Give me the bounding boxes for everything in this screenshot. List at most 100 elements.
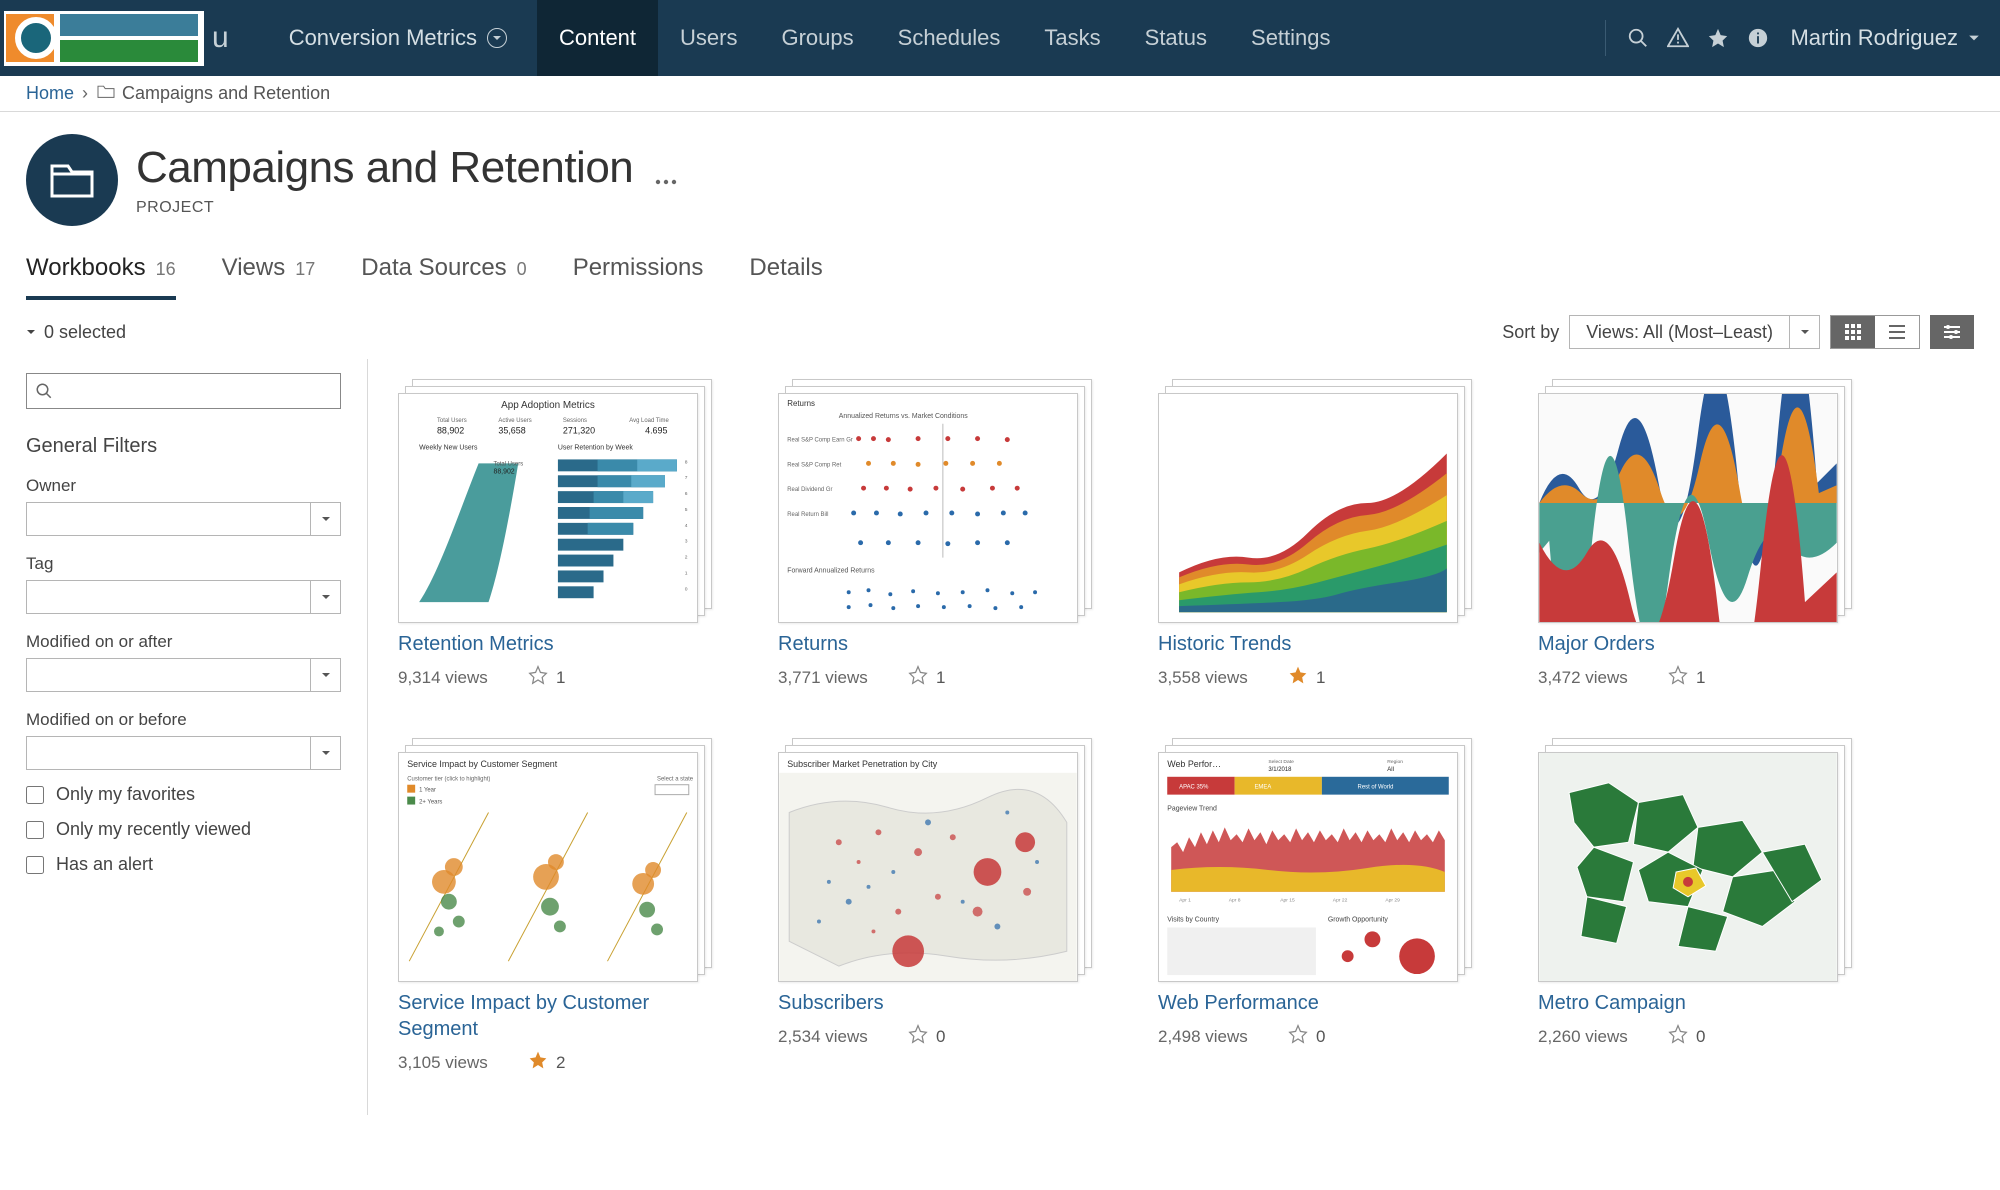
project-folder-icon xyxy=(26,134,118,226)
svg-text:8: 8 xyxy=(685,459,688,465)
nav-tab-status[interactable]: Status xyxy=(1123,0,1229,76)
svg-text:Subscriber Market Penetration: Subscriber Market Penetration by City xyxy=(787,759,938,769)
favorite-count: 1 xyxy=(556,668,565,688)
svg-text:Real S&P Comp Earn Gr: Real S&P Comp Earn Gr xyxy=(787,438,853,444)
svg-text:5: 5 xyxy=(685,507,688,513)
svg-text:EMEA: EMEA xyxy=(1254,785,1271,791)
workbook-title[interactable]: Returns xyxy=(778,631,1098,657)
svg-text:88,902: 88,902 xyxy=(493,468,514,475)
tab-workbooks[interactable]: Workbooks16 xyxy=(26,254,176,300)
workbook-card[interactable]: Metro Campaign 2,260 views 0 xyxy=(1538,738,1858,1075)
tag-label: Tag xyxy=(26,554,341,574)
workbook-card[interactable]: Service Impact by Customer Segment Custo… xyxy=(398,738,718,1075)
view-count: 3,558 views xyxy=(1158,668,1288,688)
star-icon[interactable] xyxy=(908,665,928,690)
svg-text:User Retention by Week: User Retention by Week xyxy=(558,445,633,452)
content-tabs: Workbooks16 Views17 Data Sources0 Permis… xyxy=(0,226,2000,301)
svg-text:4: 4 xyxy=(685,523,688,529)
workbook-card[interactable]: Historic Trends 3,558 views 1 xyxy=(1158,379,1478,690)
svg-text:Sessions: Sessions xyxy=(563,418,587,424)
favorite-count: 0 xyxy=(1696,1027,1705,1047)
nav-tab-content[interactable]: Content xyxy=(537,0,658,76)
svg-text:APAC 35%: APAC 35% xyxy=(1179,785,1209,791)
filter-search-input[interactable] xyxy=(59,382,332,400)
tab-permissions[interactable]: Permissions xyxy=(573,254,704,300)
main: General Filters Owner Tag Modified on or… xyxy=(0,359,2000,1115)
filter-panel-button[interactable] xyxy=(1930,315,1974,349)
owner-select[interactable] xyxy=(26,502,341,536)
top-nav: u Conversion Metrics Content Users Group… xyxy=(0,0,2000,76)
thumbnail: Returns Annualized Returns vs. Market Co… xyxy=(779,394,1077,622)
grid-view-button[interactable] xyxy=(1831,316,1875,348)
svg-text:Web Perfor…: Web Perfor… xyxy=(1167,759,1221,769)
star-icon[interactable] xyxy=(908,1024,928,1049)
site-selector[interactable]: Conversion Metrics xyxy=(289,25,507,51)
modified-before-select[interactable] xyxy=(26,736,341,770)
thumbnail: Web Perfor… Select Date3/1/2018 RegionAl… xyxy=(1159,753,1457,981)
workbook-title[interactable]: Retention Metrics xyxy=(398,631,718,657)
workbook-card[interactable]: Subscriber Market Penetration by City Su… xyxy=(778,738,1098,1075)
tab-details[interactable]: Details xyxy=(749,254,822,300)
workbook-title[interactable]: Subscribers xyxy=(778,990,1098,1016)
nav-tab-schedules[interactable]: Schedules xyxy=(876,0,1023,76)
only-favorites-checkbox[interactable]: Only my favorites xyxy=(26,784,341,805)
workbook-card[interactable]: App Adoption Metrics Total Users88,902 A… xyxy=(398,379,718,690)
workbook-grid: App Adoption Metrics Total Users88,902 A… xyxy=(368,359,2000,1115)
favorite-count: 2 xyxy=(556,1053,565,1073)
workbook-card[interactable]: Major Orders 3,472 views 1 xyxy=(1538,379,1858,690)
svg-text:6: 6 xyxy=(685,491,688,497)
svg-text:3: 3 xyxy=(685,539,688,545)
nav-tab-users[interactable]: Users xyxy=(658,0,759,76)
workbook-title[interactable]: Major Orders xyxy=(1538,631,1858,657)
star-icon[interactable] xyxy=(1668,665,1688,690)
search-icon[interactable] xyxy=(1618,27,1658,49)
workbook-title[interactable]: Service Impact by Customer Segment xyxy=(398,990,718,1042)
svg-text:Avg Load Time: Avg Load Time xyxy=(629,418,669,424)
favorite-count: 1 xyxy=(1696,668,1705,688)
workbook-title[interactable]: Web Performance xyxy=(1158,990,1478,1016)
view-count: 3,472 views xyxy=(1538,668,1668,688)
modified-after-select[interactable] xyxy=(26,658,341,692)
view-count: 3,105 views xyxy=(398,1053,528,1073)
svg-text:Select a state: Select a state xyxy=(657,777,694,783)
sidebar-filters: General Filters Owner Tag Modified on or… xyxy=(0,359,368,1115)
thumbnail xyxy=(1539,394,1837,622)
workbook-card[interactable]: Web Perfor… Select Date3/1/2018 RegionAl… xyxy=(1158,738,1478,1075)
star-icon[interactable] xyxy=(1288,1024,1308,1049)
alert-icon[interactable] xyxy=(1658,27,1698,49)
tab-datasources[interactable]: Data Sources0 xyxy=(361,254,526,300)
more-actions-button[interactable] xyxy=(655,173,677,188)
workbook-card[interactable]: Returns Annualized Returns vs. Market Co… xyxy=(778,379,1098,690)
has-alert-checkbox[interactable]: Has an alert xyxy=(26,854,341,875)
list-view-button[interactable] xyxy=(1875,316,1919,348)
selection-menu[interactable]: 0 selected xyxy=(26,322,126,343)
svg-text:Growth Opportunity: Growth Opportunity xyxy=(1328,917,1389,924)
thumbnail xyxy=(1159,394,1457,622)
workbook-title[interactable]: Historic Trends xyxy=(1158,631,1478,657)
workbook-title[interactable]: Metro Campaign xyxy=(1538,990,1858,1016)
nav-tab-groups[interactable]: Groups xyxy=(759,0,875,76)
filter-search[interactable] xyxy=(26,373,341,409)
star-icon[interactable] xyxy=(528,665,548,690)
star-icon[interactable] xyxy=(1668,1024,1688,1049)
filters-heading: General Filters xyxy=(26,435,341,458)
logo-mark xyxy=(6,14,54,62)
nav-tab-tasks[interactable]: Tasks xyxy=(1022,0,1122,76)
favorites-icon[interactable] xyxy=(1698,27,1738,49)
info-icon[interactable] xyxy=(1738,27,1778,49)
user-menu[interactable]: Martin Rodriguez xyxy=(1790,25,1980,51)
sort-by-label: Sort by xyxy=(1502,322,1559,343)
favorite-count: 0 xyxy=(936,1027,945,1047)
breadcrumb-home[interactable]: Home xyxy=(26,83,74,104)
svg-text:Annualized Returns vs. Market: Annualized Returns vs. Market Conditions xyxy=(839,413,968,420)
sort-select[interactable]: Views: All (Most–Least) xyxy=(1569,315,1820,349)
star-icon[interactable] xyxy=(528,1050,548,1075)
star-icon[interactable] xyxy=(1288,665,1308,690)
svg-text:Apr 8: Apr 8 xyxy=(1229,898,1241,904)
only-recently-viewed-checkbox[interactable]: Only my recently viewed xyxy=(26,819,341,840)
tab-views[interactable]: Views17 xyxy=(222,254,316,300)
nav-right: Martin Rodriguez xyxy=(1593,0,2000,76)
svg-text:7: 7 xyxy=(685,475,688,481)
nav-tab-settings[interactable]: Settings xyxy=(1229,0,1353,76)
tag-select[interactable] xyxy=(26,580,341,614)
